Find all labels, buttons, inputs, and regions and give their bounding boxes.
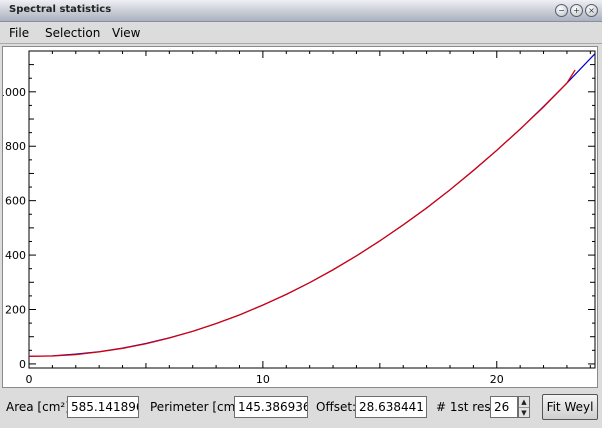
perimeter-field[interactable]: 145.386936 [234, 396, 308, 418]
area-label: Area [cm²]: [6, 400, 74, 414]
x-tick-label: 0 [26, 373, 33, 386]
menu-bar: File Selection View [0, 22, 602, 44]
menu-selection[interactable]: Selection [45, 26, 100, 40]
spectral-plot: 0102002004006008001000 [3, 50, 596, 386]
menu-file[interactable]: File [9, 26, 29, 40]
x-tick-label: 20 [490, 373, 504, 386]
stepper-up-icon[interactable]: ▲ [519, 397, 529, 408]
menu-view[interactable]: View [112, 26, 140, 40]
maximize-icon[interactable]: + [570, 4, 583, 17]
stepper-down-icon[interactable]: ▼ [519, 408, 529, 418]
area-field[interactable]: 585.141896 [67, 396, 139, 418]
x-tick-label: 10 [256, 373, 270, 386]
title-bar[interactable]: Spectral statistics − + × [0, 0, 602, 22]
first-res-label: # 1st res: [436, 400, 495, 414]
minimize-icon[interactable]: − [555, 4, 568, 17]
window-title: Spectral statistics [9, 4, 112, 15]
first-res-field[interactable]: 26 [490, 396, 518, 418]
perimeter-label: Perimeter [cm]: [150, 400, 245, 414]
y-tick-label: 0 [19, 358, 26, 371]
y-tick-label: 800 [5, 140, 26, 153]
y-tick-label: 400 [5, 249, 26, 262]
y-tick-label: 200 [5, 303, 26, 316]
window-controls: − + × [555, 4, 598, 17]
fit-weyl-button[interactable]: Fit Weyl [542, 394, 598, 420]
plot-area: 0102002004006008001000 [2, 46, 598, 388]
offset-field[interactable]: 28.638441 [355, 396, 427, 418]
y-tick-label: 600 [5, 195, 26, 208]
series-line-1 [28, 69, 576, 357]
y-tick-label: 1000 [3, 86, 26, 99]
close-icon[interactable]: × [585, 4, 598, 17]
series-line-0 [28, 53, 596, 357]
first-res-stepper[interactable]: ▲ ▼ [518, 396, 530, 418]
plot-box [28, 50, 596, 369]
offset-label: Offset: [316, 400, 357, 414]
statistics-bar: Area [cm²]: 585.141896 Perimeter [cm]: 1… [0, 390, 602, 428]
spectral-statistics-window: Spectral statistics − + × File Selection… [0, 0, 602, 428]
